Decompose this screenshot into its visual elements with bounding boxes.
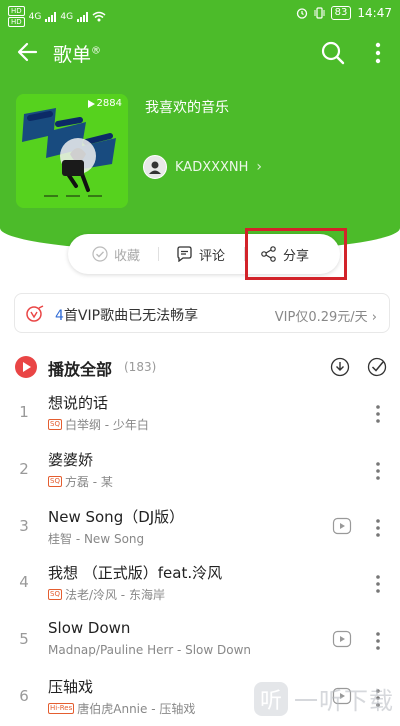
song-index: 2 <box>19 459 29 478</box>
song-subtitle-row: Hi-Res 唐伯虎Annie - 压轴戏 <box>48 700 195 717</box>
download-icon[interactable] <box>330 357 350 377</box>
search-icon[interactable] <box>318 38 348 68</box>
wifi-icon <box>92 11 106 22</box>
watermark-logo: 听 <box>254 681 288 716</box>
playlist-cover[interactable]: 2884 <box>16 94 128 208</box>
status-right: 83 14:47 <box>296 6 392 20</box>
song-artist-album: 桂智 - New Song <box>48 531 145 546</box>
song-row[interactable]: 4 我想 （正式版）feat.泠风 SQ 法老/泠风 - 东海岸 <box>0 556 400 612</box>
song-title: Slow Down <box>48 619 131 638</box>
page-title-text: 歌单 <box>53 44 92 66</box>
multi-select-icon[interactable] <box>367 357 387 377</box>
song-row[interactable]: 2 婆婆娇 SQ 方磊 - 某 <box>0 443 400 499</box>
song-index: 1 <box>19 403 29 421</box>
sim-indicators: HD HD <box>8 6 25 27</box>
comment-icon <box>177 246 192 262</box>
song-title: New Song（DJ版） <box>48 507 185 526</box>
mv-play-icon[interactable] <box>332 516 352 536</box>
owner-name: KADXXXNH <box>175 159 249 175</box>
play-all-count: (183) <box>124 360 157 374</box>
nav-bar: 歌单® <box>0 32 400 76</box>
comment-button[interactable]: 评论 <box>176 234 225 274</box>
alarm-icon <box>296 8 307 19</box>
song-subtitle-row: SQ 法老/泠风 - 东海岸 <box>48 586 165 603</box>
sim2-label: HD <box>8 17 25 27</box>
collect-button[interactable]: 收藏 <box>92 234 140 274</box>
song-artist-album: 法老/泠风 - 东海岸 <box>64 588 165 603</box>
quality-badge: SQ <box>48 589 62 601</box>
avatar[interactable] <box>143 155 167 179</box>
status-bar: HD HD 4G 4G 83 14:47 <box>0 0 400 30</box>
song-index: 5 <box>19 630 29 649</box>
more-dots-icon[interactable] <box>372 459 384 483</box>
mv-play-icon[interactable] <box>332 629 352 649</box>
more-dots-icon[interactable] <box>372 572 384 596</box>
collect-check-icon <box>92 246 108 262</box>
title-mark: ® <box>91 45 102 57</box>
sim1-label: HD <box>8 6 25 16</box>
status-left: HD HD 4G 4G <box>8 6 106 27</box>
chevron-right-icon: › <box>371 310 377 325</box>
more-dots-icon[interactable] <box>372 629 384 653</box>
song-subtitle-row: 桂智 - New Song <box>48 530 144 547</box>
song-artist-album: 白举纲 - 少年白 <box>64 418 149 432</box>
playlist-owner[interactable]: KADXXXNH › <box>143 155 262 179</box>
more-dots-icon[interactable] <box>372 516 384 540</box>
quality-badge: SQ <box>48 475 62 487</box>
song-index: 3 <box>19 516 29 535</box>
watermark: 听 一听下载 <box>254 681 394 716</box>
clock: 14:47 <box>357 6 392 20</box>
watermark-text: 一听下载 <box>294 687 394 715</box>
play-count-icon <box>87 99 95 108</box>
vibrate-icon <box>314 7 325 19</box>
song-row[interactable]: 5 Slow Down Madnap/Pauline Herr - Slow Dow… <box>0 613 400 669</box>
vip-banner[interactable]: 4首VIP歌曲已无法畅享 VIP仅0.29元/天 › <box>14 293 390 333</box>
song-subtitle-row: SQ 白举纲 - 少年白 <box>48 416 149 433</box>
cover-count-text: 2884 <box>96 98 122 109</box>
avatar-icon <box>149 161 161 174</box>
cover-art-image <box>16 94 128 208</box>
song-artist-album: 方磊 - 某 <box>64 474 113 489</box>
song-artist-album: 唐伯虎Annie - 压轴戏 <box>77 702 196 716</box>
signal1-icon <box>45 11 57 22</box>
network1-label: 4G <box>28 11 42 22</box>
song-title: 我想 （正式版）feat.泠风 <box>48 564 223 583</box>
page-title: 歌单® <box>53 40 101 67</box>
more-vert-icon[interactable] <box>368 40 388 66</box>
share-highlight-box <box>245 228 347 280</box>
more-dots-icon[interactable] <box>372 402 384 426</box>
chevron-right-icon: › <box>256 159 263 175</box>
play-all-row[interactable]: 播放全部 (183) <box>0 350 400 384</box>
song-row[interactable]: 3 New Song（DJ版） 桂智 - New Song <box>0 500 400 556</box>
vip-song-count: 4 <box>55 308 64 324</box>
signal2-icon <box>77 11 89 22</box>
song-title: 压轴戏 <box>48 678 94 696</box>
comment-label: 评论 <box>199 248 226 264</box>
vip-message: 4首VIP歌曲已无法畅享 <box>55 305 198 325</box>
action-divider <box>158 247 159 261</box>
network2-label: 4G <box>60 11 74 22</box>
quality-badge: SQ <box>48 419 62 430</box>
vip-price-link[interactable]: VIP仅0.29元/天 › <box>275 306 377 325</box>
song-row[interactable]: 1 想说的话 SQ 白举纲 - 少年白 <box>0 386 400 442</box>
play-icon[interactable] <box>15 356 37 378</box>
play-all-label: 播放全部 <box>48 360 113 379</box>
song-index: 4 <box>19 573 29 592</box>
playlist-name: 我喜欢的音乐 <box>145 100 229 116</box>
quality-badge: Hi-Res <box>48 703 75 714</box>
song-subtitle-row: Madnap/Pauline Herr - Slow Down <box>48 643 251 657</box>
vip-price-text: VIP仅0.29元/天 <box>274 310 368 325</box>
back-arrow-icon[interactable] <box>14 38 42 66</box>
song-title: 想说的话 <box>48 394 109 412</box>
vip-icon <box>26 305 44 322</box>
song-index: 6 <box>19 687 29 705</box>
song-subtitle-row: SQ 方磊 - 某 <box>48 473 113 490</box>
cover-play-count: 2884 <box>87 98 122 109</box>
vip-message-text: 首VIP歌曲已无法畅享 <box>63 308 199 324</box>
battery-level: 83 <box>330 6 352 20</box>
collect-label: 收藏 <box>114 248 141 264</box>
song-title: 婆婆娇 <box>48 450 94 469</box>
song-artist-album: Madnap/Pauline Herr - Slow Down <box>48 643 252 658</box>
